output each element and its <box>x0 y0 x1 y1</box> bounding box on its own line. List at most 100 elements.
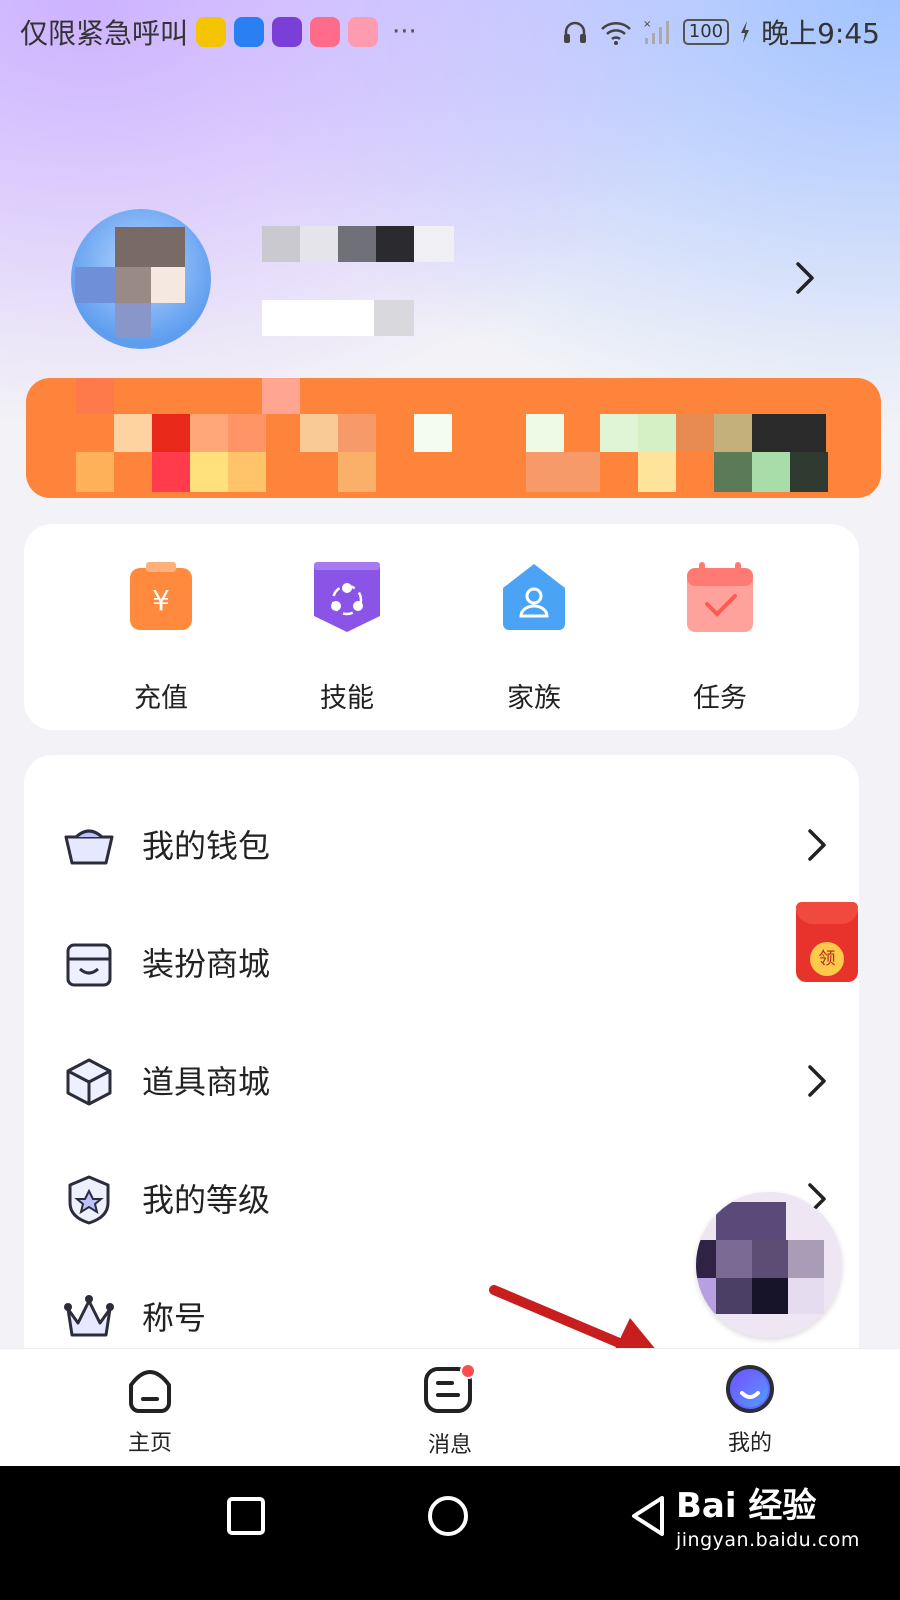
quick-action-label: 家族 <box>507 683 561 714</box>
chevron-right-icon <box>808 829 826 861</box>
watermark-brand: Bai 经验 <box>676 1486 817 1526</box>
quick-actions-card: ¥ 充值 技能 家族 任务 <box>24 524 859 730</box>
float-avatar-pixel <box>716 1202 786 1240</box>
wallet-icon <box>64 829 114 865</box>
banner-pixel <box>638 414 676 452</box>
nav-label: 我的 <box>727 1431 772 1456</box>
menu-item-label: 称号 <box>142 1299 207 1337</box>
float-avatar-pixel <box>788 1278 824 1314</box>
svg-text:¥: ¥ <box>152 584 170 617</box>
family-icon <box>503 564 565 630</box>
floating-avatar[interactable] <box>696 1192 842 1338</box>
avatar-pixel <box>151 267 185 303</box>
banner-pixel <box>190 414 228 452</box>
banner-pixel <box>526 414 564 452</box>
bottom-nav: 主页 消息 我的 <box>0 1348 900 1467</box>
float-avatar-pixel <box>716 1240 752 1278</box>
props-store-icon <box>66 1058 112 1106</box>
username-blurred <box>226 226 466 262</box>
banner-pixel <box>752 452 790 492</box>
more-notifications-icon: ··· <box>392 17 417 47</box>
crown-icon <box>64 1295 114 1337</box>
nav-label: 消息 <box>427 1433 472 1458</box>
home-button-icon[interactable] <box>426 1494 470 1538</box>
skill-icon <box>314 562 380 632</box>
status-time: 晚上9:45 <box>761 17 880 50</box>
float-avatar-pixel <box>788 1240 824 1278</box>
app-notification-icon <box>348 17 379 47</box>
battery-indicator: 100 <box>682 19 730 45</box>
name-pixel <box>262 226 300 262</box>
menu-item-dressup-store[interactable]: 装扮商城 <box>24 903 859 1021</box>
quick-action-task[interactable]: 任务 <box>660 560 780 715</box>
float-avatar-pixel <box>716 1278 752 1314</box>
banner-pixel <box>676 414 714 452</box>
svg-text:×: × <box>643 19 651 30</box>
message-icon <box>424 1363 476 1413</box>
avatar-pixel <box>115 227 185 267</box>
name-pixel <box>338 226 376 262</box>
chevron-right-icon <box>808 1065 826 1097</box>
menu-item-label: 装扮商城 <box>142 945 271 983</box>
back-icon[interactable] <box>628 1494 668 1538</box>
quick-action-label: 技能 <box>320 683 374 714</box>
nav-me[interactable]: 我的 <box>690 1363 810 1457</box>
menu-item-wallet[interactable]: 我的钱包 <box>24 785 859 903</box>
menu-item-label: 道具商城 <box>142 1063 271 1101</box>
quick-action-label: 任务 <box>693 683 747 714</box>
quick-action-recharge[interactable]: ¥ 充值 <box>101 560 221 715</box>
banner-pixel <box>262 378 300 414</box>
banner-pixel <box>228 452 266 492</box>
app-notification-icon <box>234 17 265 47</box>
banner-pixel <box>76 452 114 492</box>
banner-pixel <box>338 414 376 452</box>
nav-message[interactable]: 消息 <box>390 1363 510 1459</box>
nav-home[interactable]: 主页 <box>90 1363 210 1457</box>
banner-pixel <box>338 452 376 492</box>
menu-item-props-store[interactable]: 道具商城 <box>24 1021 859 1139</box>
avatar-pixel <box>75 267 115 303</box>
profile-chevron-icon[interactable] <box>790 258 820 298</box>
red-envelope-button[interactable]: 领 <box>796 902 858 982</box>
banner-pixel <box>714 414 752 452</box>
recent-apps-icon[interactable] <box>226 1496 266 1536</box>
float-avatar-pixel <box>752 1240 788 1278</box>
avatar-pixel <box>115 303 151 337</box>
quick-action-label: 充值 <box>134 683 188 714</box>
user-id-blurred <box>262 300 414 336</box>
id-pixel <box>374 300 414 336</box>
app-notification-icon <box>310 17 341 47</box>
level-icon <box>68 1175 110 1225</box>
promo-banner[interactable] <box>26 378 881 498</box>
recharge-icon: ¥ <box>130 562 192 630</box>
dressup-store-icon <box>66 943 112 987</box>
watermark-url: jingyan.baidu.com <box>676 1529 860 1551</box>
banner-pixel <box>228 414 266 452</box>
banner-pixel <box>190 452 228 492</box>
name-pixel <box>376 226 414 262</box>
red-envelope-flap <box>796 902 858 924</box>
me-icon <box>726 1365 774 1413</box>
baidu-jingyan-watermark: Bai 经验 jingyan.baidu.com <box>676 1478 860 1551</box>
banner-pixel <box>76 378 114 414</box>
user-avatar[interactable] <box>71 209 211 349</box>
id-pixel <box>262 300 374 336</box>
headphones-icon <box>563 21 586 43</box>
quick-action-family[interactable]: 家族 <box>474 560 594 715</box>
banner-pixel <box>714 452 752 492</box>
banner-pixel <box>790 452 828 492</box>
app-notification-icon <box>272 17 303 47</box>
float-avatar-pixel <box>696 1240 716 1278</box>
status-right: × 100 晚上9:45 <box>561 12 880 52</box>
quick-action-skill[interactable]: 技能 <box>287 560 407 715</box>
banner-pixel <box>526 452 600 492</box>
carrier-text: 仅限紧急呼叫 <box>20 17 189 50</box>
app-notification-icon <box>196 17 227 47</box>
name-pixel <box>300 226 338 262</box>
banner-pixel <box>600 414 638 452</box>
task-icon <box>687 562 753 632</box>
red-envelope-label: 领 <box>810 942 844 976</box>
float-avatar-pixel <box>752 1278 788 1314</box>
status-bar: 仅限紧急呼叫 ··· × 100 晚上9:45 <box>0 0 900 62</box>
banner-pixel <box>300 414 338 452</box>
